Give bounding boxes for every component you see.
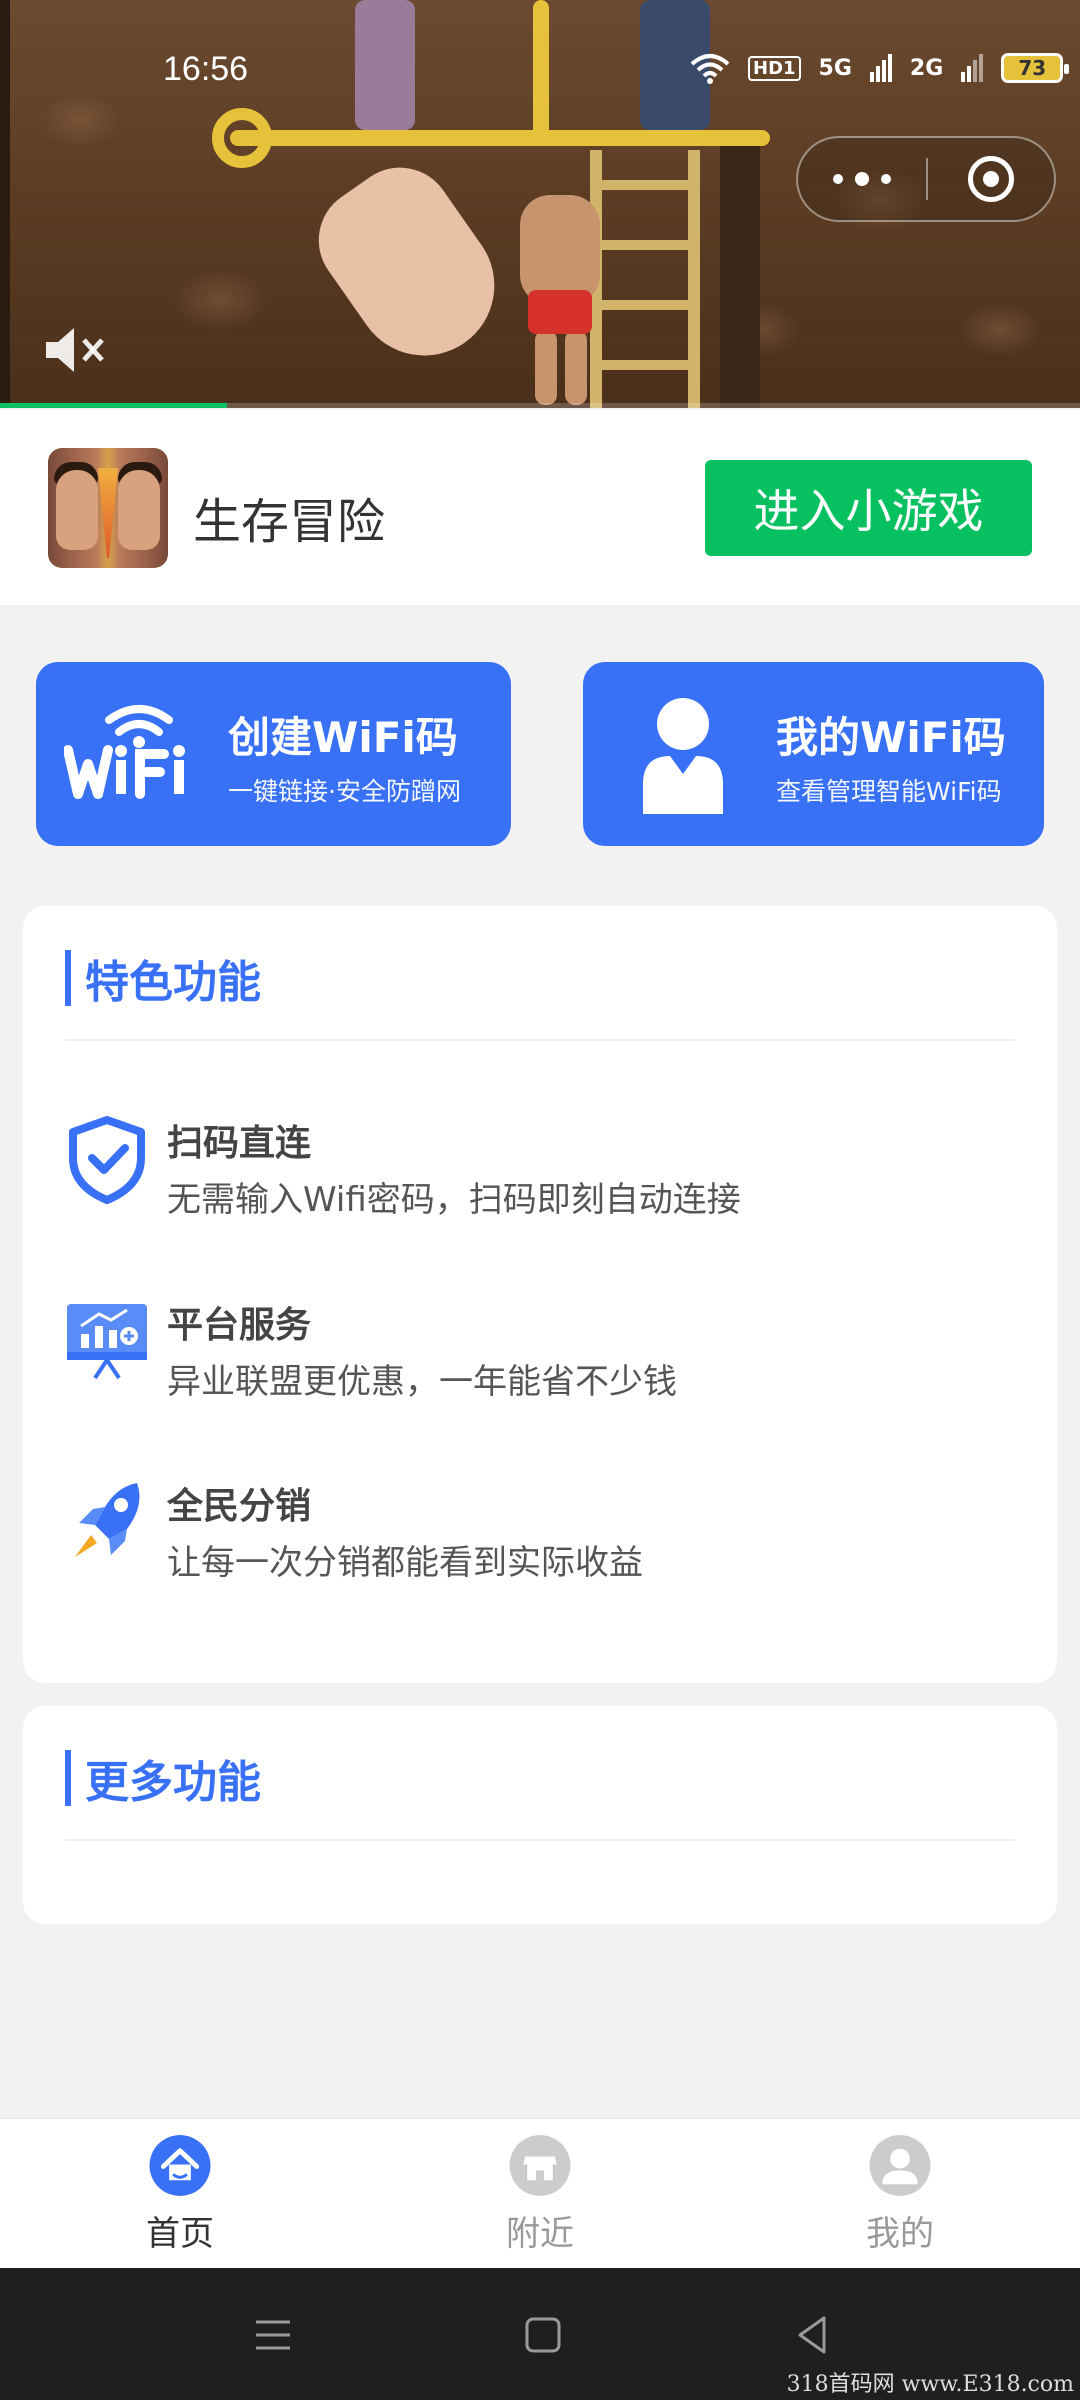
tab-mine[interactable]: 我的	[820, 2135, 980, 2255]
mini-program-capsule	[796, 136, 1056, 222]
heading-accent-bar	[65, 1750, 71, 1806]
network-2g-label: 2G	[909, 55, 944, 81]
enter-game-button[interactable]: 进入小游戏	[705, 460, 1032, 556]
tab-home[interactable]: 首页	[100, 2135, 260, 2255]
section-divider	[65, 1839, 1015, 1841]
target-icon	[968, 156, 1014, 202]
feature-item-scan-connect[interactable]: 扫码直连 无需输入Wifi密码，扫码即刻自动连接	[65, 1114, 1015, 1224]
mute-icon[interactable]	[40, 320, 110, 380]
video-scene-figure	[355, 0, 415, 130]
tab-label: 首页	[146, 2214, 214, 2254]
feature-description: 让每一次分销都能看到实际收益	[167, 1543, 643, 1583]
battery-icon: 73	[1001, 53, 1070, 83]
bottom-tab-bar: 首页 附近 我的	[0, 2118, 1080, 2268]
section-heading-text: 更多功能	[85, 1757, 261, 1808]
network-5g-label: 5G	[818, 55, 852, 81]
wifi-signal-icon	[690, 54, 730, 84]
game-promo-strip: 生存冒险 进入小游戏	[0, 410, 1080, 605]
hd-indicator: HD1	[748, 55, 801, 81]
create-wifi-code-card[interactable]: 创建WiFi码 一键链接·安全防蹭网	[36, 662, 511, 846]
video-scene-pillar	[0, 0, 10, 408]
card-title: 创建WiFi码	[228, 713, 458, 762]
my-wifi-code-card[interactable]: 我的WiFi码 查看管理智能WiFi码	[583, 662, 1044, 846]
video-progress-fill	[0, 403, 227, 408]
rocket-icon	[75, 1483, 140, 1557]
feature-item-distribution[interactable]: 全民分销 让每一次分销都能看到实际收益	[65, 1477, 1015, 1587]
feature-title: 平台服务	[167, 1305, 312, 1346]
signal-bars-icon	[961, 54, 984, 82]
video-scene-figure	[528, 290, 592, 334]
shield-check-icon	[69, 1116, 145, 1204]
person-icon	[643, 698, 723, 814]
more-features-section: 更多功能	[23, 1706, 1057, 1924]
features-section: 特色功能 扫码直连 无需输入Wifi密码，扫码即刻自动连接 平台服务 异业联盟更…	[23, 906, 1057, 1683]
game-title: 生存冒险	[193, 494, 386, 550]
video-progress-bar[interactable]	[0, 403, 1080, 408]
back-icon[interactable]	[788, 2310, 838, 2360]
feature-title: 扫码直连	[167, 1123, 312, 1164]
signal-bars-icon	[869, 54, 892, 82]
more-dot-icon	[833, 174, 843, 184]
feature-description: 异业联盟更优惠，一年能省不少钱	[167, 1362, 677, 1402]
feature-title: 全民分销	[167, 1486, 312, 1527]
system-navigation-bar: 318首码网 www.E318.com	[0, 2268, 1080, 2400]
card-title: 我的WiFi码	[776, 713, 1006, 762]
home-square-icon[interactable]	[518, 2310, 568, 2360]
section-divider	[65, 1039, 1015, 1041]
status-time: 16:56	[163, 50, 249, 88]
feature-item-platform-service[interactable]: 平台服务 异业联盟更优惠，一年能省不少钱	[65, 1296, 1015, 1406]
close-mini-program-button[interactable]	[928, 156, 1054, 202]
card-subtitle: 一键链接·安全防蹭网	[228, 777, 461, 806]
video-ad[interactable]: 16:56 HD1 5G 2G 73	[0, 0, 1080, 408]
presentation-board-icon	[67, 1304, 147, 1380]
video-scene-pillar	[720, 130, 760, 408]
video-scene-pin	[533, 0, 549, 140]
heading-accent-bar	[65, 950, 71, 1006]
battery-level: 73	[1018, 56, 1047, 80]
more-menu-button[interactable]	[798, 138, 926, 220]
video-scene-pin-ring	[212, 108, 272, 168]
tab-label: 我的	[866, 2214, 934, 2254]
video-scene-ladder	[590, 150, 700, 408]
home-icon	[149, 2135, 211, 2196]
section-heading-text: 特色功能	[85, 957, 261, 1008]
game-thumbnail[interactable]	[48, 448, 168, 568]
video-scene-pin	[230, 130, 770, 146]
video-scene-figure	[535, 330, 557, 405]
section-heading: 特色功能	[65, 946, 261, 1010]
more-dot-icon	[881, 174, 891, 184]
store-icon	[509, 2135, 571, 2196]
wifi-logo-icon	[64, 705, 185, 799]
status-icons: HD1 5G 2G 73	[690, 52, 1070, 84]
watermark: 318首码网 www.E318.com	[786, 2372, 1074, 2397]
menu-icon[interactable]	[248, 2310, 298, 2360]
tab-nearby[interactable]: 附近	[460, 2135, 620, 2255]
feature-description: 无需输入Wifi密码，扫码即刻自动连接	[167, 1180, 741, 1220]
more-dot-icon	[855, 172, 869, 186]
card-subtitle: 查看管理智能WiFi码	[776, 777, 1002, 806]
user-icon	[869, 2135, 931, 2196]
section-heading: 更多功能	[65, 1746, 261, 1810]
tab-label: 附近	[506, 2214, 574, 2254]
video-scene-figure	[520, 195, 600, 305]
video-scene-figure	[565, 330, 587, 405]
